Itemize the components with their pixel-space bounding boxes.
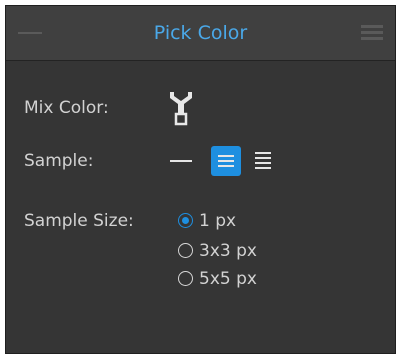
- sample-three-lines-button[interactable]: [211, 146, 241, 176]
- sample-size-option-label: 5x5 px: [199, 269, 257, 289]
- line: [255, 167, 271, 169]
- sample-single-line-button[interactable]: [166, 146, 196, 176]
- panel-title: Pick Color: [153, 22, 248, 44]
- line: [218, 165, 234, 167]
- sample-size-option-label: 3x3 px: [199, 241, 257, 261]
- sample-size-label: Sample Size:: [24, 211, 134, 231]
- panel-titlebar: Pick Color: [6, 6, 395, 61]
- pick-color-panel: Pick Color Mix Color: Sample: Sample Siz…: [5, 5, 396, 354]
- line: [218, 160, 234, 162]
- hamburger-menu-icon: [361, 25, 383, 28]
- line: [255, 157, 271, 159]
- color-picker-mixer-icon[interactable]: [167, 88, 195, 128]
- hamburger-line: [361, 31, 383, 34]
- sample-label: Sample:: [24, 151, 94, 171]
- radio-unchecked-icon[interactable]: [178, 271, 193, 286]
- sample-five-lines-button[interactable]: [249, 146, 279, 176]
- three-lines-icon: [218, 155, 234, 157]
- sample-size-option-label: 1 px: [199, 211, 237, 231]
- single-line-icon: [170, 160, 192, 162]
- line: [255, 162, 271, 164]
- five-lines-icon: [255, 152, 271, 154]
- hamburger-line: [361, 37, 383, 40]
- radio-unchecked-icon[interactable]: [178, 243, 193, 258]
- radio-checked-icon[interactable]: [178, 213, 193, 228]
- panel-menu-button[interactable]: [361, 23, 385, 43]
- mix-color-label: Mix Color:: [24, 98, 109, 118]
